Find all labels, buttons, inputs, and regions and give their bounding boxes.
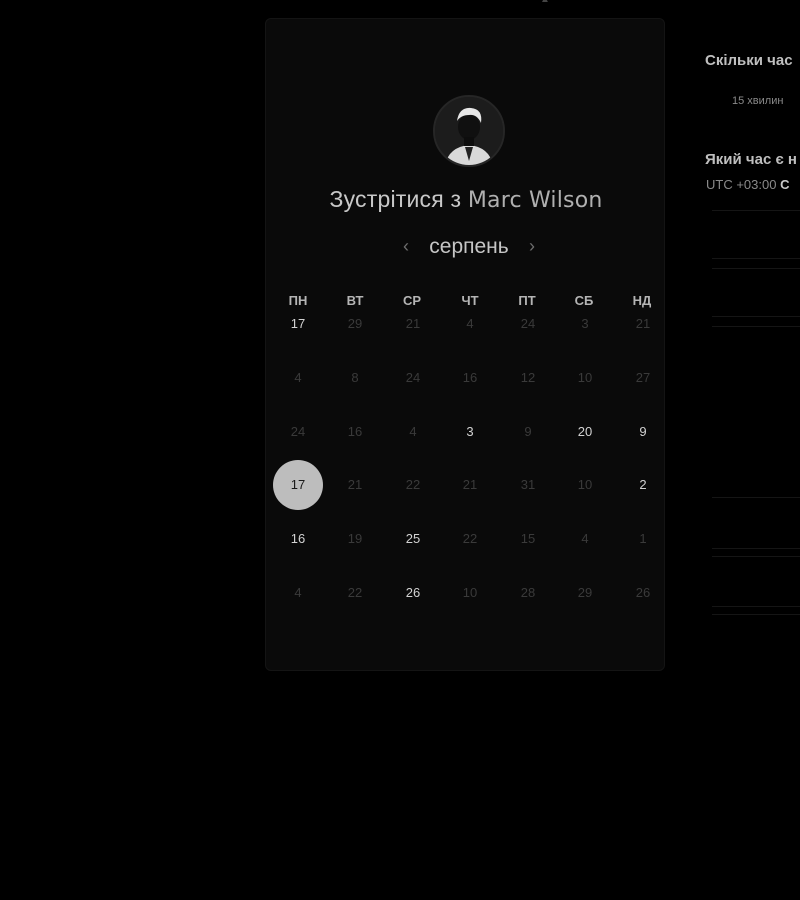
unavailable-day: 4 bbox=[466, 316, 474, 331]
unavailable-day: 21 bbox=[462, 477, 478, 492]
day-grid: 17 29 21 4 24 3 21 4 8 24 16 12 10 27 24 16 4 3 9 20 9 17 21 22… bbox=[266, 19, 666, 672]
available-day[interactable]: 2 bbox=[623, 475, 663, 495]
timezone-offset: UTC +03:00 bbox=[706, 177, 777, 192]
available-day[interactable]: 26 bbox=[393, 583, 433, 603]
time-slot-divider bbox=[712, 326, 800, 327]
unavailable-day: 22 bbox=[462, 531, 478, 546]
duration-question: Скільки час bbox=[705, 52, 793, 69]
unavailable-day: 28 bbox=[520, 585, 536, 600]
time-slot-divider bbox=[712, 268, 800, 269]
available-day[interactable]: 17 bbox=[278, 314, 318, 334]
unavailable-day: 4 bbox=[581, 531, 589, 546]
unavailable-day: 9 bbox=[524, 424, 532, 439]
top-caret-icon: ▲ bbox=[540, 0, 550, 5]
available-day[interactable]: 9 bbox=[623, 422, 663, 442]
unavailable-day: 24 bbox=[290, 424, 306, 439]
unavailable-day: 29 bbox=[577, 585, 593, 600]
time-slot-divider bbox=[712, 606, 800, 607]
unavailable-day: 24 bbox=[520, 316, 536, 331]
unavailable-day: 15 bbox=[520, 531, 536, 546]
unavailable-day: 22 bbox=[405, 477, 421, 492]
timezone-selector[interactable]: UTC +03:00 С bbox=[706, 177, 789, 192]
time-slot-divider bbox=[712, 614, 800, 615]
unavailable-day: 8 bbox=[351, 370, 359, 385]
unavailable-day: 22 bbox=[347, 585, 363, 600]
duration-option-15[interactable]: 15 хвилин bbox=[732, 95, 783, 107]
available-day[interactable]: 25 bbox=[393, 529, 433, 549]
available-day[interactable]: 20 bbox=[565, 422, 605, 442]
available-day[interactable]: 16 bbox=[278, 529, 318, 549]
unavailable-day: 3 bbox=[581, 316, 589, 331]
time-slot-divider bbox=[712, 548, 800, 549]
unavailable-day: 10 bbox=[577, 370, 593, 385]
unavailable-day: 16 bbox=[462, 370, 478, 385]
unavailable-day: 12 bbox=[520, 370, 536, 385]
unavailable-day: 4 bbox=[294, 370, 302, 385]
unavailable-day: 16 bbox=[347, 424, 363, 439]
time-slot-divider bbox=[712, 316, 800, 317]
unavailable-day: 26 bbox=[635, 585, 651, 600]
booking-options-panel: Скільки час 15 хвилин Який час є н UTC +… bbox=[705, 0, 800, 900]
unavailable-day: 19 bbox=[347, 531, 363, 546]
unavailable-day: 21 bbox=[635, 316, 651, 331]
unavailable-day: 21 bbox=[347, 477, 363, 492]
time-slot-divider bbox=[712, 556, 800, 557]
unavailable-day: 27 bbox=[635, 370, 651, 385]
time-slot-divider bbox=[712, 497, 800, 498]
time-slot-divider bbox=[712, 258, 800, 259]
time-question: Який час є н bbox=[705, 151, 797, 168]
unavailable-day: 10 bbox=[462, 585, 478, 600]
unavailable-day: 21 bbox=[405, 316, 421, 331]
unavailable-day: 1 bbox=[639, 531, 647, 546]
selected-day[interactable]: 17 bbox=[273, 460, 323, 510]
time-slot-divider bbox=[712, 210, 800, 211]
unavailable-day: 4 bbox=[409, 424, 417, 439]
unavailable-day: 24 bbox=[405, 370, 421, 385]
unavailable-day: 29 bbox=[347, 316, 363, 331]
calendar-card: Зустрітися з Marc Wilson ‹ серпень › ПН … bbox=[265, 18, 665, 671]
timezone-city: С bbox=[780, 177, 790, 192]
unavailable-day: 4 bbox=[294, 585, 302, 600]
unavailable-day: 31 bbox=[520, 477, 536, 492]
available-day[interactable]: 3 bbox=[450, 422, 490, 442]
unavailable-day: 10 bbox=[577, 477, 593, 492]
